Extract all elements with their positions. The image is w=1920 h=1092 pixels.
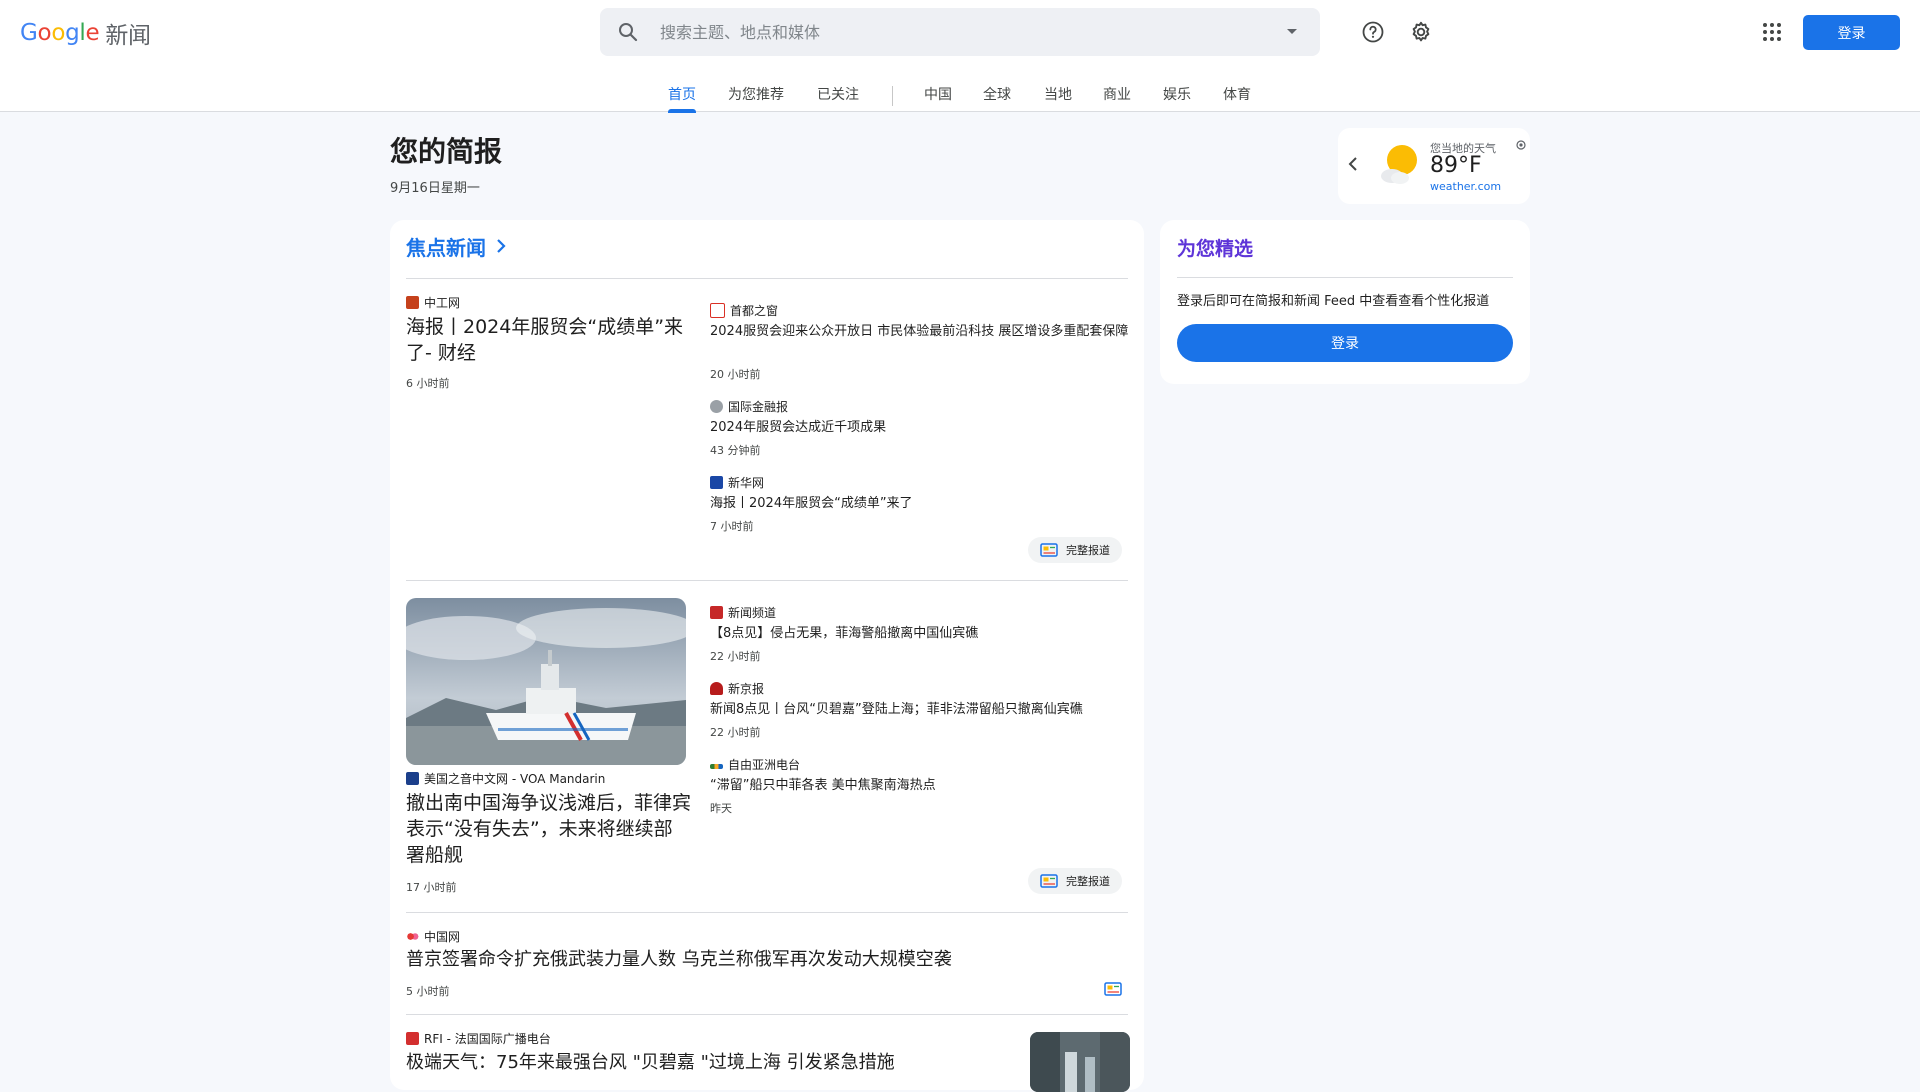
full-coverage-icon — [1040, 543, 1058, 557]
briefing-date: 9月16日星期一 — [390, 181, 480, 196]
story-headline[interactable]: 2024服贸会迎来公众开放日 市民体验最前沿科技 展区增设多重配套保障 — [710, 322, 1130, 342]
story-headline[interactable]: 普京签署命令扩充俄武装力量人数 乌克兰称俄军再次发动大规模空袭 — [406, 947, 1046, 973]
tab-home[interactable]: 首页 — [668, 84, 696, 113]
full-coverage-button[interactable]: 完整报道 — [1028, 537, 1122, 563]
source-logo-icon — [710, 606, 723, 619]
story-time: 6 小时前 — [406, 377, 450, 390]
story-headline[interactable]: 【8点见】侵占无果，菲海警船撤离中国仙宾礁 — [710, 624, 1130, 644]
story-image[interactable] — [406, 598, 686, 765]
section-divider — [406, 278, 1128, 279]
signin-button[interactable]: 登录 — [1803, 15, 1900, 50]
street-photo-image — [1030, 1032, 1130, 1092]
search-dropdown-icon[interactable] — [1280, 20, 1304, 44]
section-nav: 首页 为您推荐 已关注 中国 全球 当地 商业 娱乐 体育 — [0, 84, 1920, 113]
help-icon[interactable] — [1360, 19, 1386, 45]
source-logo-icon — [710, 764, 723, 769]
settings-gear-icon[interactable] — [1408, 19, 1434, 45]
tab-sports[interactable]: 体育 — [1223, 84, 1251, 112]
full-coverage-icon[interactable] — [1104, 981, 1122, 996]
source-logo-icon — [710, 476, 723, 489]
source-logo-icon — [710, 303, 725, 318]
chevron-left-icon[interactable] — [1348, 156, 1358, 175]
weather-widget[interactable]: 您当地的天气 89°F weather.com — [1338, 128, 1530, 204]
full-coverage-button[interactable]: 完整报道 — [1028, 868, 1122, 894]
search-bar[interactable] — [600, 8, 1320, 56]
coast-guard-ship-image — [406, 598, 686, 765]
story-headline[interactable]: 2024年服贸会达成近千项成果 — [710, 418, 1130, 438]
tab-local[interactable]: 当地 — [1044, 84, 1072, 112]
story-time: 43 分钟前 — [710, 444, 761, 457]
story-time: 20 小时前 — [710, 368, 761, 381]
story-source[interactable]: 新华网 — [710, 474, 764, 491]
nav-divider — [892, 86, 893, 106]
tab-for-you[interactable]: 为您推荐 — [728, 84, 784, 112]
source-logo-icon — [710, 682, 723, 695]
location-pin-icon[interactable] — [1516, 140, 1526, 153]
logo-google-text: Google — [20, 20, 100, 46]
section-divider — [406, 912, 1128, 913]
tab-china[interactable]: 中国 — [924, 84, 952, 112]
picks-signin-prompt: 登录后即可在简报和新闻 Feed 中查看查看个性化报道 — [1177, 294, 1490, 309]
story-time: 5 小时前 — [406, 985, 450, 998]
source-logo-icon — [710, 400, 723, 413]
source-logo-icon — [406, 772, 419, 785]
story-time: 22 小时前 — [710, 726, 761, 739]
story-headline[interactable]: 撤出南中国海争议浅滩后，菲律宾表示“没有失去”，未来将继续部署船舰 — [406, 790, 691, 868]
tab-business[interactable]: 商业 — [1103, 84, 1131, 112]
story-source[interactable]: 新京报 — [710, 680, 764, 697]
story-headline[interactable]: “滞留”船只中菲各表 美中焦聚南海热点 — [710, 776, 1130, 796]
google-news-logo[interactable]: Google 新闻 — [20, 16, 151, 50]
top-header: Google 新闻 登录 — [0, 0, 1920, 113]
top-stories-card: 焦点新闻 中工网 海报丨2024年服贸会“成绩单”来了- 财经 6 小时前 首都… — [390, 220, 1144, 1092]
page-title: 您的简报 — [390, 135, 503, 168]
story-headline[interactable]: 新闻8点见丨台风“贝碧嘉”登陆上海；菲非法滞留船只撤离仙宾礁 — [710, 700, 1130, 720]
tab-entertainment[interactable]: 娱乐 — [1163, 84, 1191, 112]
weather-temperature: 89°F — [1430, 153, 1482, 178]
weather-source-link[interactable]: weather.com — [1430, 180, 1501, 193]
story-source[interactable]: RFI - 法国国际广播电台 — [406, 1030, 551, 1047]
tab-following[interactable]: 已关注 — [817, 84, 859, 112]
story-source[interactable]: 首都之窗 — [710, 302, 778, 319]
source-logo-icon — [406, 1032, 419, 1045]
source-logo-icon — [406, 930, 419, 943]
picks-title: 为您精选 — [1177, 238, 1254, 260]
section-divider — [406, 1014, 1128, 1015]
story-thumbnail[interactable] — [1030, 1032, 1130, 1092]
tab-world[interactable]: 全球 — [983, 84, 1011, 112]
story-time: 22 小时前 — [710, 650, 761, 663]
story-headline[interactable]: 海报丨2024年服贸会“成绩单”来了 — [710, 494, 1130, 514]
full-coverage-icon — [1040, 874, 1058, 888]
picks-signin-button[interactable]: 登录 — [1177, 324, 1513, 362]
story-time: 昨天 — [710, 802, 732, 815]
story-source[interactable]: 美国之音中文网 - VOA Mandarin — [406, 770, 605, 787]
search-icon[interactable] — [616, 20, 640, 44]
story-source[interactable]: 新闻频道 — [710, 604, 776, 621]
story-time: 17 小时前 — [406, 881, 457, 894]
story-headline[interactable]: 极端天气：75年来最强台风 "贝碧嘉 "过境上海 引发紧急措施 — [406, 1050, 1006, 1076]
story-source[interactable]: 国际金融报 — [710, 398, 788, 415]
logo-news-text: 新闻 — [105, 23, 151, 49]
section-divider — [406, 580, 1128, 581]
top-stories-title: 焦点新闻 — [406, 236, 486, 260]
picks-for-you-card: 为您精选 登录后即可在简报和新闻 Feed 中查看查看个性化报道 登录 — [1160, 220, 1530, 384]
partly-cloudy-icon — [1381, 145, 1417, 184]
story-source[interactable]: 自由亚洲电台 — [710, 756, 800, 773]
top-stories-link[interactable]: 焦点新闻 — [406, 232, 506, 261]
apps-grid-icon[interactable] — [1759, 19, 1785, 45]
story-time: 7 小时前 — [710, 520, 754, 533]
source-logo-icon — [406, 296, 419, 309]
story-source[interactable]: 中国网 — [406, 928, 460, 945]
story-source[interactable]: 中工网 — [406, 294, 460, 311]
picks-divider — [1177, 277, 1513, 278]
story-headline[interactable]: 海报丨2024年服贸会“成绩单”来了- 财经 — [406, 314, 686, 366]
search-input[interactable] — [658, 21, 1280, 43]
chevron-right-icon — [496, 235, 506, 259]
